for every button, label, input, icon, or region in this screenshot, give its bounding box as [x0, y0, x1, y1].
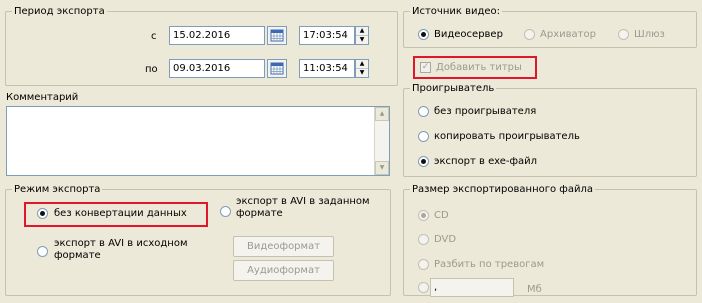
- spin-up-icon[interactable]: ▲: [356, 27, 368, 35]
- radio-avi-custom[interactable]: [220, 206, 231, 217]
- radio-gateway: [618, 29, 629, 40]
- calendar-icon: [268, 60, 286, 77]
- from-time-field[interactable]: 17:03:54: [299, 26, 355, 45]
- to-label: по: [145, 64, 158, 75]
- label-avi-source-line1[interactable]: экспорт в AVI в исходном: [54, 238, 188, 250]
- label-copy-player[interactable]: копировать проигрыватель: [434, 131, 580, 143]
- export-mode-legend: Режим экспорта: [14, 184, 101, 195]
- checkbox-add-captions: ✓: [420, 62, 431, 73]
- from-label: с: [151, 31, 157, 42]
- spin-down-icon[interactable]: ▼: [356, 68, 368, 76]
- label-export-exe[interactable]: экспорт в exe-файл: [434, 156, 537, 168]
- period-legend: Период экспорта: [14, 6, 105, 17]
- label-gateway: Шлюз: [634, 29, 665, 40]
- file-size-legend: Размер экспортированного файла: [412, 184, 593, 195]
- to-time-spinner[interactable]: ▲ ▼: [355, 59, 369, 78]
- radio-cd: [418, 210, 429, 221]
- to-calendar-button[interactable]: [267, 59, 287, 78]
- scroll-up-icon[interactable]: ▲: [375, 107, 389, 121]
- radio-split-by-alarms: [418, 259, 429, 270]
- label-no-player[interactable]: без проигрывателя: [434, 106, 536, 118]
- size-unit-label: Мб: [527, 284, 542, 295]
- spin-down-icon[interactable]: ▼: [356, 35, 368, 43]
- scroll-down-icon[interactable]: ▼: [375, 161, 389, 175]
- radio-video-server[interactable]: [418, 29, 429, 40]
- comment-textarea[interactable]: ▲ ▼: [6, 106, 390, 176]
- video-source-group: Источник видео:: [403, 6, 697, 48]
- from-date-field[interactable]: 15.02.2016: [169, 26, 265, 45]
- label-split-by-alarms: Разбить по тревогам: [434, 259, 545, 270]
- radio-archiver: [524, 29, 535, 40]
- radio-custom-size: [418, 282, 429, 293]
- from-time-spinner[interactable]: ▲ ▼: [355, 26, 369, 45]
- video-format-button[interactable]: Видеоформат: [233, 236, 334, 257]
- label-avi-custom-line2[interactable]: формате: [236, 208, 283, 220]
- label-add-captions: Добавить титры: [436, 62, 522, 73]
- label-avi-custom-line1[interactable]: экспорт в AVI в заданном: [236, 196, 370, 208]
- custom-size-field: ,: [430, 278, 514, 297]
- radio-export-exe[interactable]: [418, 156, 429, 167]
- to-time-field[interactable]: 11:03:54: [299, 59, 355, 78]
- radio-avi-source[interactable]: [37, 246, 48, 257]
- to-date-field[interactable]: 09.03.2016: [169, 59, 265, 78]
- video-source-legend: Источник видео:: [412, 6, 501, 17]
- radio-no-player[interactable]: [418, 106, 429, 117]
- label-archiver: Архиватор: [540, 29, 596, 40]
- radio-copy-player[interactable]: [418, 131, 429, 142]
- comment-label: Комментарий: [6, 92, 79, 103]
- label-dvd: DVD: [434, 234, 457, 245]
- comment-scrollbar[interactable]: ▲ ▼: [374, 107, 389, 175]
- from-calendar-button[interactable]: [267, 26, 287, 45]
- spin-up-icon[interactable]: ▲: [356, 60, 368, 68]
- label-avi-source-line2[interactable]: формате: [54, 250, 101, 262]
- audio-format-button[interactable]: Аудиоформат: [233, 260, 334, 281]
- label-no-conversion[interactable]: без конвертации данных: [54, 208, 187, 220]
- player-legend: Проигрыватель: [412, 83, 495, 94]
- radio-no-conversion[interactable]: [37, 208, 48, 219]
- calendar-icon: [268, 27, 286, 44]
- label-cd: CD: [434, 210, 449, 221]
- label-video-server[interactable]: Видеосервер: [434, 29, 503, 41]
- radio-dvd: [418, 234, 429, 245]
